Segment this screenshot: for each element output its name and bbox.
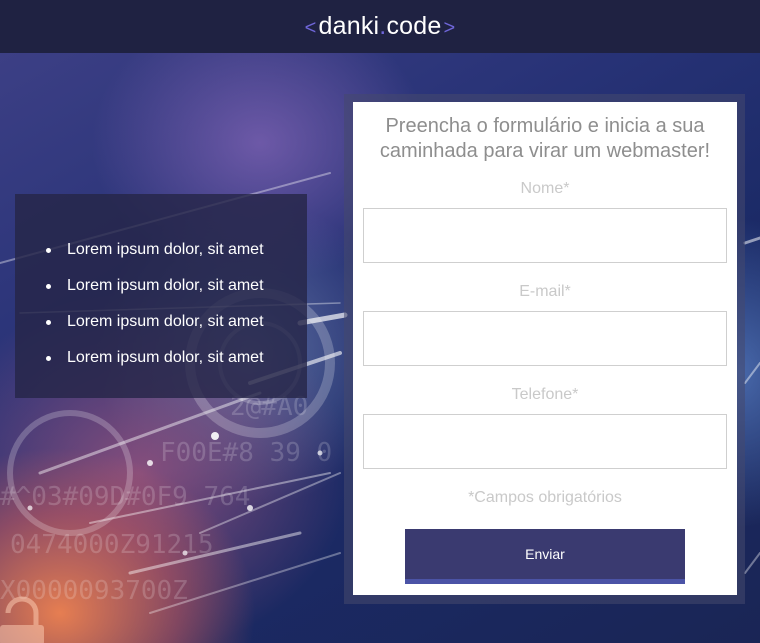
feature-item: Lorem ipsum dolor, sit amet [46,268,307,304]
signup-form: Preencha o formulário e inicia a sua cam… [353,102,737,595]
bullet-icon [46,248,51,253]
phone-label: Telefone* [511,386,579,403]
feature-item: Lorem ipsum dolor, sit amet [46,340,307,376]
feature-item-label: Lorem ipsum dolor, sit amet [67,277,264,294]
submit-button[interactable]: Enviar [405,529,685,584]
svg-text:#^03#09D#0F9 764: #^03#09D#0F9 764 [0,482,250,512]
form-title-line-2: caminhada para virar um webmaster! [379,140,711,162]
svg-text:F00E#8 39 0: F00E#8 39 0 [160,438,332,468]
danki-code-logo[interactable]: < danki . code > [303,12,458,41]
bullet-icon [46,284,51,289]
form-title-line-1: Preencha o formulário e inicia a sua [385,115,705,137]
email-label: E-mail* [519,283,571,300]
logo-word-code: code [386,12,442,40]
form-title: Preencha o formulário e inicia a sua cam… [353,114,737,164]
feature-item: Lorem ipsum dolor, sit amet [46,232,307,268]
feature-item-label: Lorem ipsum dolor, sit amet [67,241,264,258]
feature-item-label: Lorem ipsum dolor, sit amet [67,349,264,366]
name-label: Nome* [520,180,570,197]
email-field[interactable] [363,311,727,366]
features-box: Lorem ipsum dolor, sit amet Lorem ipsum … [15,194,307,398]
feature-item: Lorem ipsum dolor, sit amet [46,304,307,340]
required-fields-note: *Campos obrigatórios [468,489,622,506]
logo-left-bracket: < [304,17,317,39]
bullet-icon [46,356,51,361]
top-header: < danki . code > [0,0,760,53]
logo-dot: . [379,12,387,40]
logo-right-bracket: > [443,17,456,39]
logo-word-danki: danki [318,12,380,40]
name-field[interactable] [363,208,727,263]
svg-text:0474000Z91215: 0474000Z91215 [10,530,214,560]
bullet-icon [46,320,51,325]
feature-item-label: Lorem ipsum dolor, sit amet [67,313,264,330]
features-list: Lorem ipsum dolor, sit amet Lorem ipsum … [46,232,307,376]
phone-field[interactable] [363,414,727,469]
